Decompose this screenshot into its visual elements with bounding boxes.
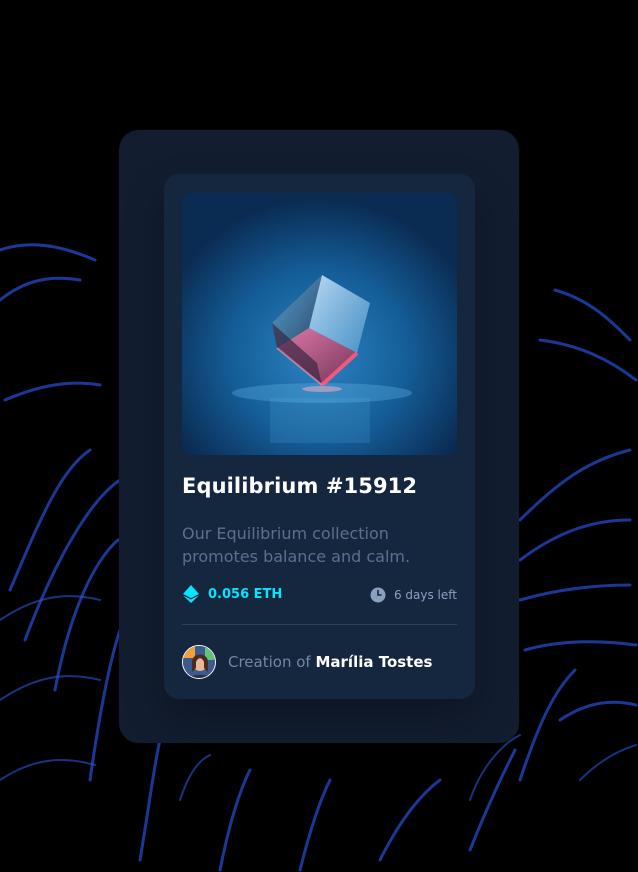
nft-image[interactable] — [182, 193, 457, 455]
creator-name-link[interactable]: Marília Tostes — [315, 653, 432, 671]
time-left-value: 6 days left — [393, 588, 457, 602]
clock-icon — [370, 587, 386, 603]
nft-title[interactable]: Equilibrium #15912 — [182, 474, 417, 498]
creator-avatar — [182, 645, 216, 679]
price-value: 0.056 ETH — [208, 586, 283, 602]
ethereum-icon — [183, 585, 199, 603]
creator: Creation of Marília Tostes — [182, 645, 432, 679]
price: 0.056 ETH — [182, 585, 282, 603]
nft-card: Equilibrium #15912 Our Equilibrium colle… — [164, 174, 475, 699]
equilibrium-cube-image — [182, 193, 457, 455]
creator-label: Creation of — [228, 653, 311, 671]
nft-description: Our Equilibrium collection promotes bala… — [182, 524, 411, 566]
time-left: 6 days left — [370, 587, 457, 603]
divider — [182, 624, 457, 625]
